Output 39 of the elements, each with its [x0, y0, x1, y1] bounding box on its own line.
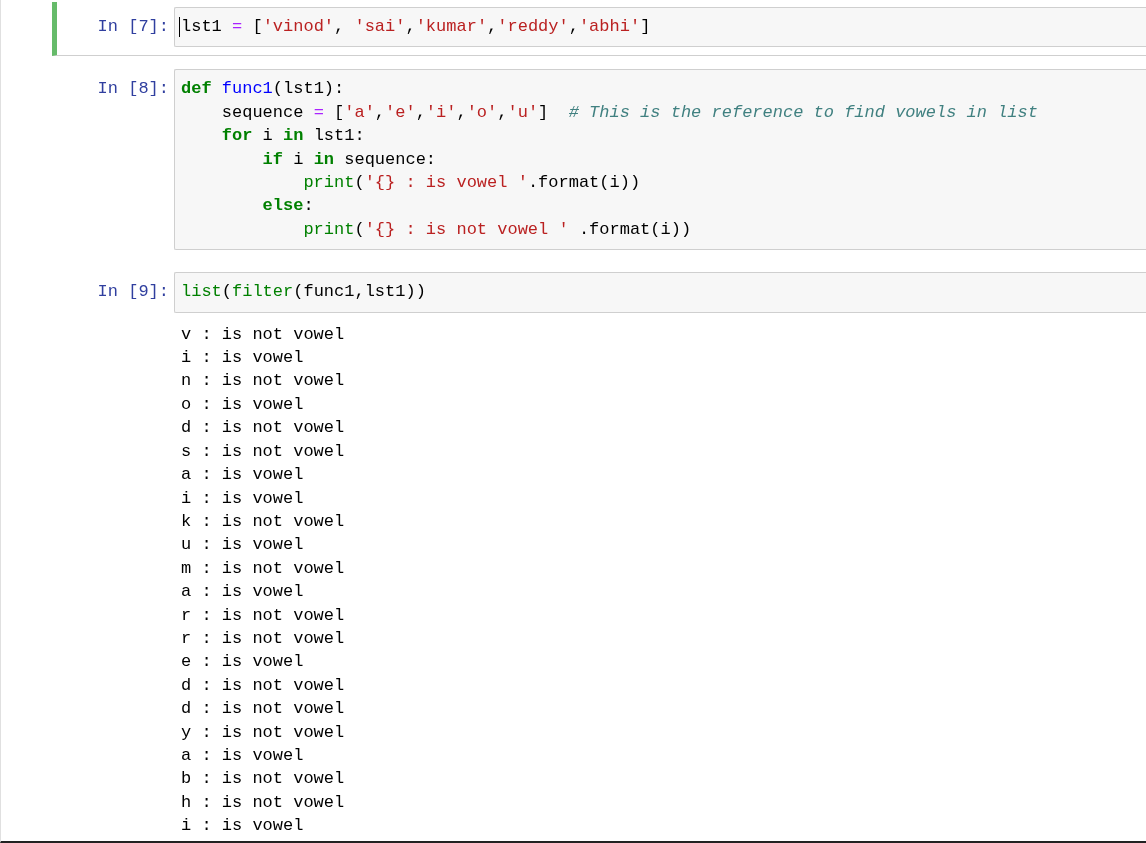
- code-line: if i in sequence:: [261, 148, 437, 171]
- output-line: i : is vowel: [181, 815, 304, 838]
- output-line: d : is not vowel: [181, 674, 345, 697]
- output-line: k : is not vowel: [181, 510, 345, 533]
- cell-prompt: In [9]:: [96, 281, 170, 304]
- code-line: lst1 = ['vinod', 'sai','kumar','reddy','abhi']: [181, 16, 651, 38]
- text-cursor: [179, 17, 180, 37]
- output-line: n : is not vowel: [181, 370, 345, 393]
- output-line: a : is vowel: [181, 581, 304, 604]
- code-editor[interactable]: [174, 69, 1146, 251]
- notebook-cell[interactable]: In [7]: lst1 = ['vinod', 'sai','kumar','reddy','abhi']: [52, 2, 1146, 57]
- output-line: v : is not vowel: [181, 323, 345, 346]
- code-line: for i in lst1:: [220, 125, 365, 148]
- code-line: sequence = ['a','e','i','o','u'] # This is the reference to find vowels in list: [220, 101, 1038, 124]
- output-line: a : is vowel: [181, 464, 304, 487]
- code-line: list(filter(func1,lst1)): [181, 281, 426, 304]
- output-line: e : is vowel: [181, 651, 304, 674]
- output-line: i : is vowel: [181, 347, 304, 370]
- output-line: s : is not vowel: [181, 440, 345, 463]
- code-line: print('{} : is vowel '.format(i)): [302, 172, 641, 195]
- code-line: print('{} : is not vowel ' .format(i)): [302, 218, 692, 241]
- cell-prompt: In [8]:: [96, 78, 170, 101]
- code-editor[interactable]: list(filter(func1,lst1)): [174, 272, 1146, 313]
- output-line: a : is vowel: [181, 744, 304, 767]
- cell-prompt: In [7]:: [96, 16, 170, 38]
- output-line: m : is not vowel: [181, 557, 345, 580]
- output-line: r : is not vowel: [181, 604, 345, 627]
- code-line: else:: [261, 195, 314, 218]
- output-line: d : is not vowel: [181, 698, 345, 721]
- output-line: u : is vowel: [181, 534, 304, 557]
- output-line: h : is not vowel: [181, 791, 345, 814]
- output-line: b : is not vowel: [181, 768, 345, 791]
- code-line: def func1(lst1):: [181, 78, 345, 101]
- code-editor[interactable]: lst1 = ['vinod', 'sai','kumar','reddy','abhi']: [174, 7, 1146, 48]
- output-line: r : is not vowel: [181, 627, 345, 650]
- output-line: o : is vowel: [181, 393, 304, 416]
- output-line: d : is not vowel: [181, 417, 345, 440]
- output-line: i : is vowel: [181, 487, 304, 510]
- output-line: y : is not vowel: [181, 721, 345, 744]
